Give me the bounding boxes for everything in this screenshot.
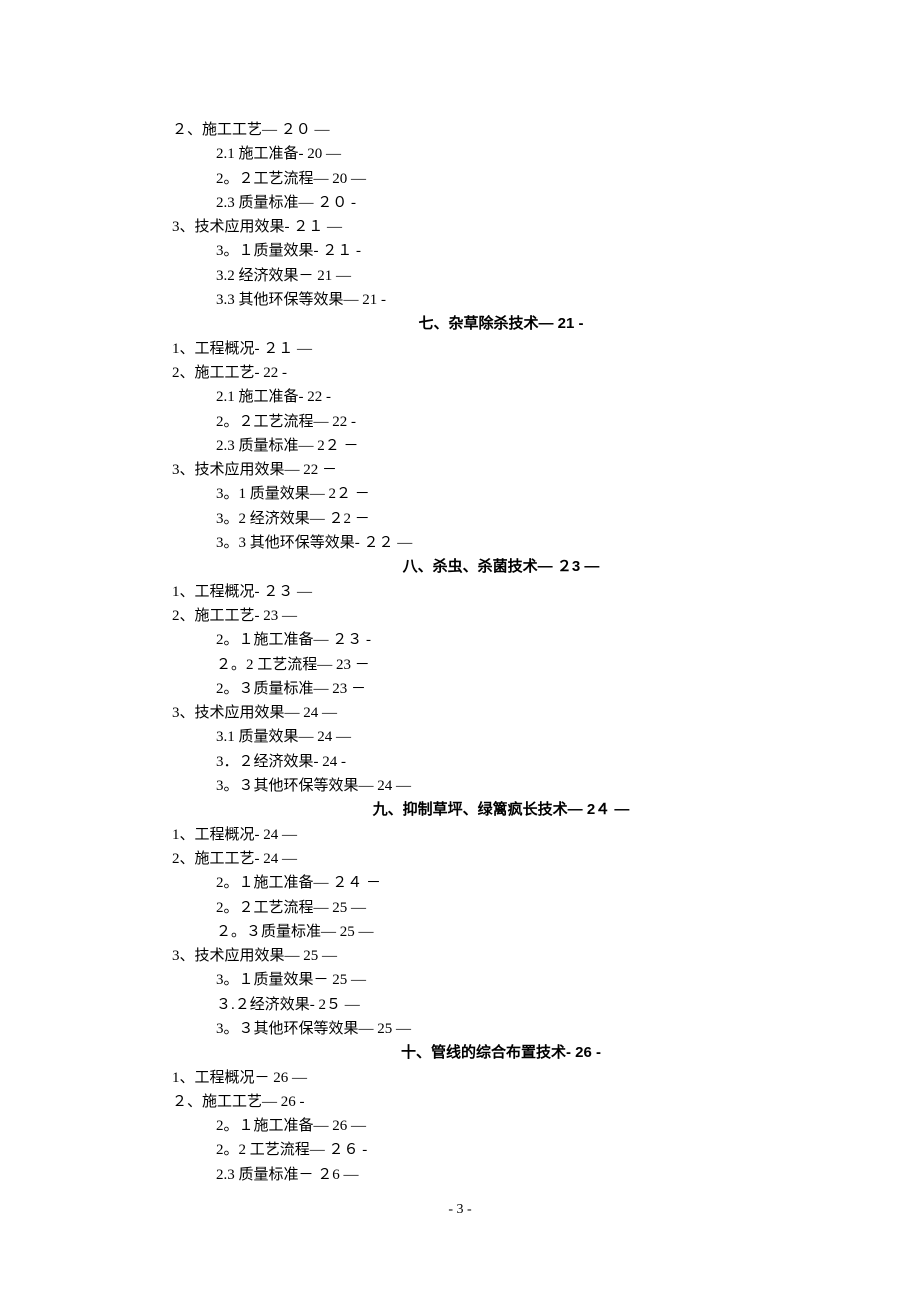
toc-line: 1、工程概况- ２３ — (172, 580, 830, 604)
toc-line: 3．２经济效果- 24 - (172, 750, 830, 774)
toc-line: 3.1 质量效果— 24 — (172, 725, 830, 749)
toc-line: 3。１质量效果－ 25 — (172, 968, 830, 992)
toc-line: 1、工程概况－ 26 — (172, 1066, 830, 1090)
page-number: - 3 - (0, 1202, 920, 1218)
toc-line: 2。１施工准备— ２４ － (172, 871, 830, 895)
toc-line: 3、技术应用效果- ２１ — (172, 215, 830, 239)
toc-line: 3.2 经济效果－ 21 — (172, 264, 830, 288)
toc-line: 3、技术应用效果— 25 — (172, 944, 830, 968)
toc-line: 2.3 质量标准— 2２ － (172, 434, 830, 458)
toc-line: ３.２经济效果- 2５ — (172, 993, 830, 1017)
toc-line: 2。２工艺流程— 25 — (172, 896, 830, 920)
toc-line: ２。３质量标准— 25 — (172, 920, 830, 944)
toc-line: 2。２工艺流程— 22 - (172, 410, 830, 434)
toc-line: 2.3 质量标准— ２０ - (172, 191, 830, 215)
toc-line: 2、施工工艺- 22 - (172, 361, 830, 385)
toc-line: 3。１质量效果- ２１ - (172, 239, 830, 263)
toc-line: 2、施工工艺- 23 — (172, 604, 830, 628)
toc-line: 2。３质量标准— 23 － (172, 677, 830, 701)
toc-line: 2.1 施工准备- 22 - (172, 385, 830, 409)
toc-line: 3。1 质量效果— 2２ － (172, 482, 830, 506)
toc-line: 1、工程概况- 24 — (172, 823, 830, 847)
toc-page: ２、施工工艺— ２０ —2.1 施工准备- 20 —2。２工艺流程— 20 —2… (0, 0, 920, 1187)
toc-line: ２。2 工艺流程— 23 － (172, 653, 830, 677)
toc-line: 3。３其他环保等效果— 25 — (172, 1017, 830, 1041)
toc-line: 2.1 施工准备- 20 — (172, 142, 830, 166)
toc-line: 2。2 工艺流程— ２６ - (172, 1138, 830, 1162)
section-heading: 十、管线的综合布置技术- 26 - (172, 1041, 830, 1065)
toc-line: 3。2 经济效果— ２2 － (172, 507, 830, 531)
toc-line: 2。１施工准备— 26 — (172, 1114, 830, 1138)
toc-line: 3、技术应用效果— 24 — (172, 701, 830, 725)
section-heading: 七、杂草除杀技术— 21 - (172, 312, 830, 336)
toc-line: 2。２工艺流程— 20 — (172, 167, 830, 191)
toc-line: ２、施工工艺— ２０ — (172, 118, 830, 142)
toc-line: 3。3 其他环保等效果- ２２ — (172, 531, 830, 555)
section-heading: 九、抑制草坪、绿篱疯长技术— 2４ — (172, 798, 830, 822)
toc-line: 3.3 其他环保等效果— 21 - (172, 288, 830, 312)
toc-line: 2.3 质量标准－ ２6 — (172, 1163, 830, 1187)
section-heading: 八、杀虫、杀菌技术— ２3 — (172, 555, 830, 579)
toc-line: 3。３其他环保等效果— 24 — (172, 774, 830, 798)
toc-line: 2、施工工艺- 24 — (172, 847, 830, 871)
toc-line: 1、工程概况- ２１ — (172, 337, 830, 361)
toc-line: 3、技术应用效果— 22 － (172, 458, 830, 482)
toc-line: ２、施工工艺— 26 - (172, 1090, 830, 1114)
toc-line: 2。１施工准备— ２３ - (172, 628, 830, 652)
